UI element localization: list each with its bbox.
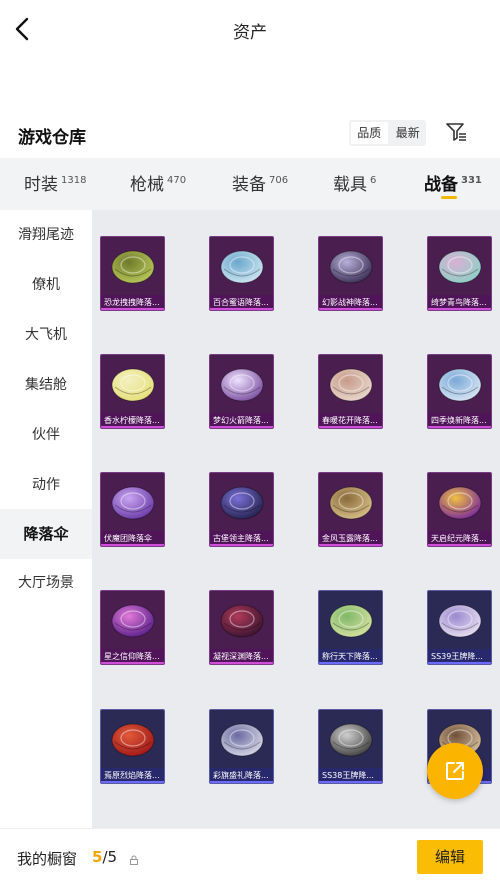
rarity-bar xyxy=(210,781,273,783)
sidebar-item-glide-trail[interactable]: 滑翔尾迹 xyxy=(0,210,92,260)
parachute-item[interactable]: 星之信仰降落... xyxy=(100,590,165,665)
item-grid: 恐龙拽拽降落... 百合蜜语降落... 幻影战神降落... 绮梦青鸟降落... 香水柠檬… xyxy=(92,210,500,828)
parachute-icon xyxy=(438,368,482,402)
tab-costume[interactable]: 时装 1318 xyxy=(24,170,86,195)
rarity-bar xyxy=(319,662,382,664)
parachute-item[interactable]: 幻影战神降落... xyxy=(318,236,383,311)
parachute-icon xyxy=(220,368,264,402)
parachute-item[interactable]: 彩旗盛礼降落... xyxy=(209,709,274,784)
parachute-item[interactable]: 称行天下降落... xyxy=(318,590,383,665)
rarity-bar xyxy=(319,544,382,546)
parachute-icon xyxy=(329,604,373,638)
sort-toggle: 品质 最新 xyxy=(349,120,426,146)
rarity-bar xyxy=(101,662,164,664)
share-external-icon xyxy=(446,762,464,780)
rarity-bar xyxy=(210,662,273,664)
parachute-item[interactable]: SS39王牌降... xyxy=(427,590,492,665)
parachute-icon xyxy=(438,604,482,638)
parachute-item[interactable]: SS38王牌降... xyxy=(318,709,383,784)
parachute-item[interactable]: 凝视深渊降落... xyxy=(209,590,274,665)
parachute-icon xyxy=(329,368,373,402)
rarity-bar xyxy=(101,781,164,783)
rarity-bar xyxy=(210,544,273,546)
sort-quality-button[interactable]: 品质 xyxy=(351,122,388,144)
warehouse-header: 游戏仓库 品质 最新 xyxy=(0,118,500,152)
rarity-bar xyxy=(428,662,491,664)
parachute-item[interactable]: 天启纪元降落... xyxy=(427,472,492,547)
parachute-icon xyxy=(220,250,264,284)
filter-icon[interactable] xyxy=(444,120,468,144)
parachute-icon xyxy=(220,723,264,757)
top-bar: 资产 xyxy=(0,0,500,60)
parachute-item[interactable]: 焉原烈焰降落... xyxy=(100,709,165,784)
parachute-icon xyxy=(111,723,155,757)
parachute-icon xyxy=(111,368,155,402)
parachute-item[interactable]: 百合蜜语降落... xyxy=(209,236,274,311)
tab-weapons[interactable]: 枪械 470 xyxy=(130,170,186,195)
parachute-item[interactable]: 伏魔团降落伞 xyxy=(100,472,165,547)
tab-vehicles[interactable]: 载具 6 xyxy=(333,170,376,195)
sidebar-item-emote[interactable]: 动作 xyxy=(0,460,92,510)
rarity-bar xyxy=(101,544,164,546)
parachute-icon xyxy=(111,604,155,638)
parachute-item[interactable]: 梦幻火箭降落... xyxy=(209,354,274,429)
rarity-bar xyxy=(428,426,491,428)
sidebar: 滑翔尾迹 僚机 大飞机 集结舱 伙伴 动作 降落伞 大厅场景 xyxy=(0,210,92,828)
rarity-bar xyxy=(319,781,382,783)
rarity-bar xyxy=(210,308,273,310)
parachute-item[interactable]: 古堡领主降落... xyxy=(209,472,274,547)
parachute-icon xyxy=(438,486,482,520)
rarity-bar xyxy=(319,426,382,428)
sort-latest-button[interactable]: 最新 xyxy=(390,120,427,146)
parachute-icon xyxy=(329,250,373,284)
parachute-item[interactable]: 香水柠檬降落... xyxy=(100,354,165,429)
sidebar-item-lobby-scene[interactable]: 大厅场景 xyxy=(0,558,92,608)
edit-button[interactable]: 编辑 xyxy=(417,840,483,874)
parachute-item[interactable]: 绮梦青鸟降落... xyxy=(427,236,492,311)
parachute-icon xyxy=(220,486,264,520)
share-button[interactable] xyxy=(427,743,483,799)
parachute-icon xyxy=(111,250,155,284)
category-tabs: 时装 1318 枪械 470 装备 706 载具 6 战备 331 xyxy=(0,158,500,210)
rarity-bar xyxy=(428,544,491,546)
parachute-icon xyxy=(220,604,264,638)
sidebar-item-wingman[interactable]: 僚机 xyxy=(0,260,92,310)
parachute-icon xyxy=(329,723,373,757)
rarity-bar xyxy=(101,308,164,310)
parachute-item[interactable]: 春暖花开降落... xyxy=(318,354,383,429)
sidebar-item-assembly-pod[interactable]: 集结舱 xyxy=(0,360,92,410)
parachute-icon xyxy=(111,486,155,520)
rarity-bar xyxy=(428,308,491,310)
tab-supplies[interactable]: 战备 331 xyxy=(424,170,482,199)
sidebar-item-companion[interactable]: 伙伴 xyxy=(0,410,92,460)
rarity-bar xyxy=(210,426,273,428)
rarity-bar xyxy=(319,308,382,310)
rarity-bar xyxy=(101,426,164,428)
showcase-bar: 我的橱窗 5/5 编辑 xyxy=(0,828,500,885)
sidebar-item-parachute[interactable]: 降落伞 xyxy=(0,509,92,559)
parachute-icon xyxy=(438,250,482,284)
parachute-icon xyxy=(329,486,373,520)
page-title: 资产 xyxy=(233,23,267,43)
showcase-label: 我的橱窗 xyxy=(17,850,78,868)
parachute-item[interactable]: 金风玉露降落... xyxy=(318,472,383,547)
lock-icon xyxy=(128,851,140,865)
parachute-item[interactable]: 四季焕新降落... xyxy=(427,354,492,429)
section-title: 游戏仓库 xyxy=(18,128,86,148)
sidebar-item-airplane[interactable]: 大飞机 xyxy=(0,310,92,360)
active-tab-underline xyxy=(441,196,457,199)
tab-equipment[interactable]: 装备 706 xyxy=(232,170,288,195)
showcase-count: 5/5 xyxy=(92,848,118,866)
parachute-item[interactable]: 恐龙拽拽降落... xyxy=(100,236,165,311)
